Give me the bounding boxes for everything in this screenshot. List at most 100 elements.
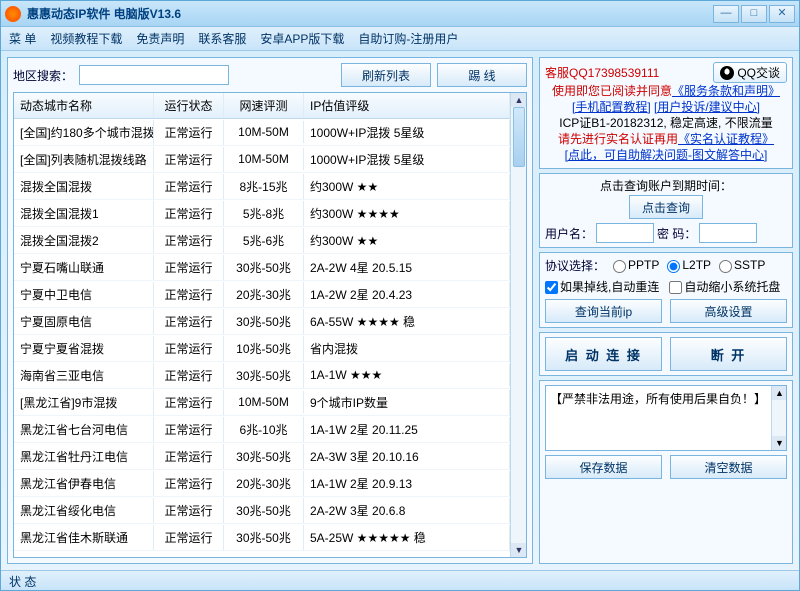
col-city[interactable]: 动态城市名称 [14,93,154,118]
password-input[interactable] [699,223,757,243]
cell-speed: 10兆-50兆 [224,336,304,361]
minimize-button[interactable]: — [713,5,739,23]
cell-rating: 5A-25W ★★★★★ 稳 [304,525,510,550]
cell-speed: 20兆-30兆 [224,471,304,496]
log-box: 【严禁非法用途，所有使用后果自负！】 ▲ ▼ 保存数据 清空数据 [539,380,793,564]
cell-city: 宁夏宁夏省混拨 [14,336,154,361]
menu-contact[interactable]: 联系客服 [198,30,246,47]
qq-chat-button[interactable]: QQ交谈 [713,62,787,83]
cell-rating: 2A-2W 3星 20.6.8 [304,498,510,523]
menu-disclaimer[interactable]: 免责声明 [136,30,184,47]
col-status[interactable]: 运行状态 [154,93,224,118]
close-button[interactable]: ✕ [769,5,795,23]
cell-rating: 约300W ★★ [304,228,510,253]
checkbox-reconnect[interactable]: 如果掉线,自动重连 [545,278,659,295]
refresh-button[interactable]: 刷新列表 [341,63,431,87]
table-row[interactable]: 黑龙江省绥化电信正常运行30兆-50兆2A-2W 3星 20.6.8 [14,497,510,524]
start-connect-button[interactable]: 启 动 连 接 [545,337,662,371]
table-row[interactable]: 宁夏固原电信正常运行30兆-50兆6A-55W ★★★★ 稳 [14,308,510,335]
cell-city: 黑龙江省绥化电信 [14,498,154,523]
col-rating[interactable]: IP估值评级 [304,93,510,118]
table-row[interactable]: 黑龙江省七台河电信正常运行6兆-10兆1A-1W 2星 20.11.25 [14,416,510,443]
cell-speed: 30兆-50兆 [224,309,304,334]
table-row[interactable]: 宁夏宁夏省混拨正常运行10兆-50兆省内混拨 [14,335,510,362]
cell-status: 正常运行 [154,201,224,226]
cell-rating: 2A-3W 3星 20.10.16 [304,444,510,469]
col-speed[interactable]: 网速评测 [224,93,304,118]
table-row[interactable]: [全国]列表随机混拨线路正常运行10M-50M1000W+IP混拨 5星级 [14,146,510,173]
kick-button[interactable]: 踢 线 [437,63,527,87]
username-input[interactable] [596,223,654,243]
maximize-button[interactable]: □ [741,5,767,23]
cell-rating: 1A-2W 2星 20.4.23 [304,282,510,307]
cell-status: 正常运行 [154,498,224,523]
search-input[interactable] [79,65,229,85]
mobile-config-link[interactable]: [手机配置教程] [572,100,651,114]
table-row[interactable]: 黑龙江省伊春电信正常运行20兆-30兆1A-1W 2星 20.9.13 [14,470,510,497]
checkbox-tray[interactable]: 自动缩小系统托盘 [669,278,780,295]
username-label: 用户名： [545,225,593,242]
advanced-button[interactable]: 高级设置 [670,299,787,323]
clear-data-button[interactable]: 清空数据 [670,455,787,479]
menu-main[interactable]: 菜 单 [9,30,36,47]
cell-speed: 10M-50M [224,148,304,170]
disconnect-button[interactable]: 断 开 [670,337,787,371]
menubar: 菜 单 视频教程下载 免责声明 联系客服 安卓APP版下载 自助订购-注册用户 [1,27,799,51]
cell-city: [黑龙江省]9市混拨 [14,390,154,415]
menu-android[interactable]: 安卓APP版下载 [260,30,344,47]
password-label: 密 码： [657,225,696,242]
cell-speed: 30兆-50兆 [224,525,304,550]
cell-rating: 约300W ★★ [304,174,510,199]
terms-prefix: 使用即您已阅读并同意 [552,84,672,98]
cell-speed: 30兆-50兆 [224,255,304,280]
cell-rating: 1000W+IP混拨 5星级 [304,147,510,172]
cell-speed: 5兆-6兆 [224,228,304,253]
cell-city: [全国]列表随机混拨线路 [14,147,154,172]
server-table: 动态城市名称 运行状态 网速评测 IP估值评级 [全国]约180多个城市混拨正常… [14,93,510,557]
cell-speed: 30兆-50兆 [224,444,304,469]
scroll-up-icon[interactable]: ▲ [511,93,527,107]
current-ip-button[interactable]: 查询当前ip [545,299,662,323]
cell-rating: 6A-55W ★★★★ 稳 [304,309,510,334]
cell-city: 宁夏中卫电信 [14,282,154,307]
table-header: 动态城市名称 运行状态 网速评测 IP估值评级 [14,93,510,119]
table-row[interactable]: 黑龙江省牡丹江电信正常运行30兆-50兆2A-3W 3星 20.10.16 [14,443,510,470]
log-scroll-up-icon[interactable]: ▲ [772,386,787,400]
menu-video[interactable]: 视频教程下载 [50,30,122,47]
cell-city: 黑龙江省佳木斯联通 [14,525,154,550]
cell-status: 正常运行 [154,255,224,280]
table-row[interactable]: [黑龙江省]9市混拨正常运行10M-50M9个城市IP数量 [14,389,510,416]
query-expiry-button[interactable]: 点击查询 [629,195,703,219]
radio-sstp[interactable]: SSTP [719,258,765,272]
cell-rating: 1A-1W ★★★ [304,364,510,386]
log-scroll-down-icon[interactable]: ▼ [772,436,787,450]
feedback-link[interactable]: [用户投诉/建议中心] [654,100,760,114]
selfhelp-link[interactable]: [点此，可自助解决问题-图文解答中心] [565,148,768,162]
menu-register[interactable]: 自助订购-注册用户 [358,30,458,47]
table-scrollbar[interactable]: ▲ ▼ [510,93,526,557]
scroll-down-icon[interactable]: ▼ [511,543,527,557]
table-row[interactable]: 海南省三亚电信正常运行30兆-50兆1A-1W ★★★ [14,362,510,389]
table-row[interactable]: 黑龙江省佳木斯联通正常运行30兆-50兆5A-25W ★★★★★ 稳 [14,524,510,551]
table-row[interactable]: 混拨全国混拨2正常运行5兆-6兆约300W ★★ [14,227,510,254]
save-data-button[interactable]: 保存数据 [545,455,662,479]
table-row[interactable]: 混拨全国混拨1正常运行5兆-8兆约300W ★★★★ [14,200,510,227]
app-icon [5,6,21,22]
log-textarea[interactable]: 【严禁非法用途，所有使用后果自负！】 ▲ ▼ [545,385,787,451]
table-row[interactable]: 宁夏石嘴山联通正常运行30兆-50兆2A-2W 4星 20.5.15 [14,254,510,281]
table-row[interactable]: 宁夏中卫电信正常运行20兆-30兆1A-2W 2星 20.4.23 [14,281,510,308]
scroll-thumb[interactable] [513,107,525,167]
log-scrollbar[interactable]: ▲ ▼ [771,386,786,450]
radio-pptp[interactable]: PPTP [613,258,659,272]
realname-link[interactable]: 《实名认证教程》 [678,132,774,146]
table-row[interactable]: [全国]约180多个城市混拨正常运行10M-50M1000W+IP混拨 5星级 [14,119,510,146]
cell-rating: 9个城市IP数量 [304,390,510,415]
cell-status: 正常运行 [154,228,224,253]
cell-rating: 省内混拨 [304,336,510,361]
query-title: 点击查询账户到期时间： [545,179,787,194]
table-row[interactable]: 混拨全国混拨正常运行8兆-15兆约300W ★★ [14,173,510,200]
terms-link[interactable]: 《服务条款和声明》 [672,84,780,98]
radio-l2tp[interactable]: L2TP [667,258,711,272]
qq-number: 客服QQ17398539111 [545,64,659,81]
icp-text: ICP证B1-20182312, 稳定高速, 不限流量 [545,116,787,131]
